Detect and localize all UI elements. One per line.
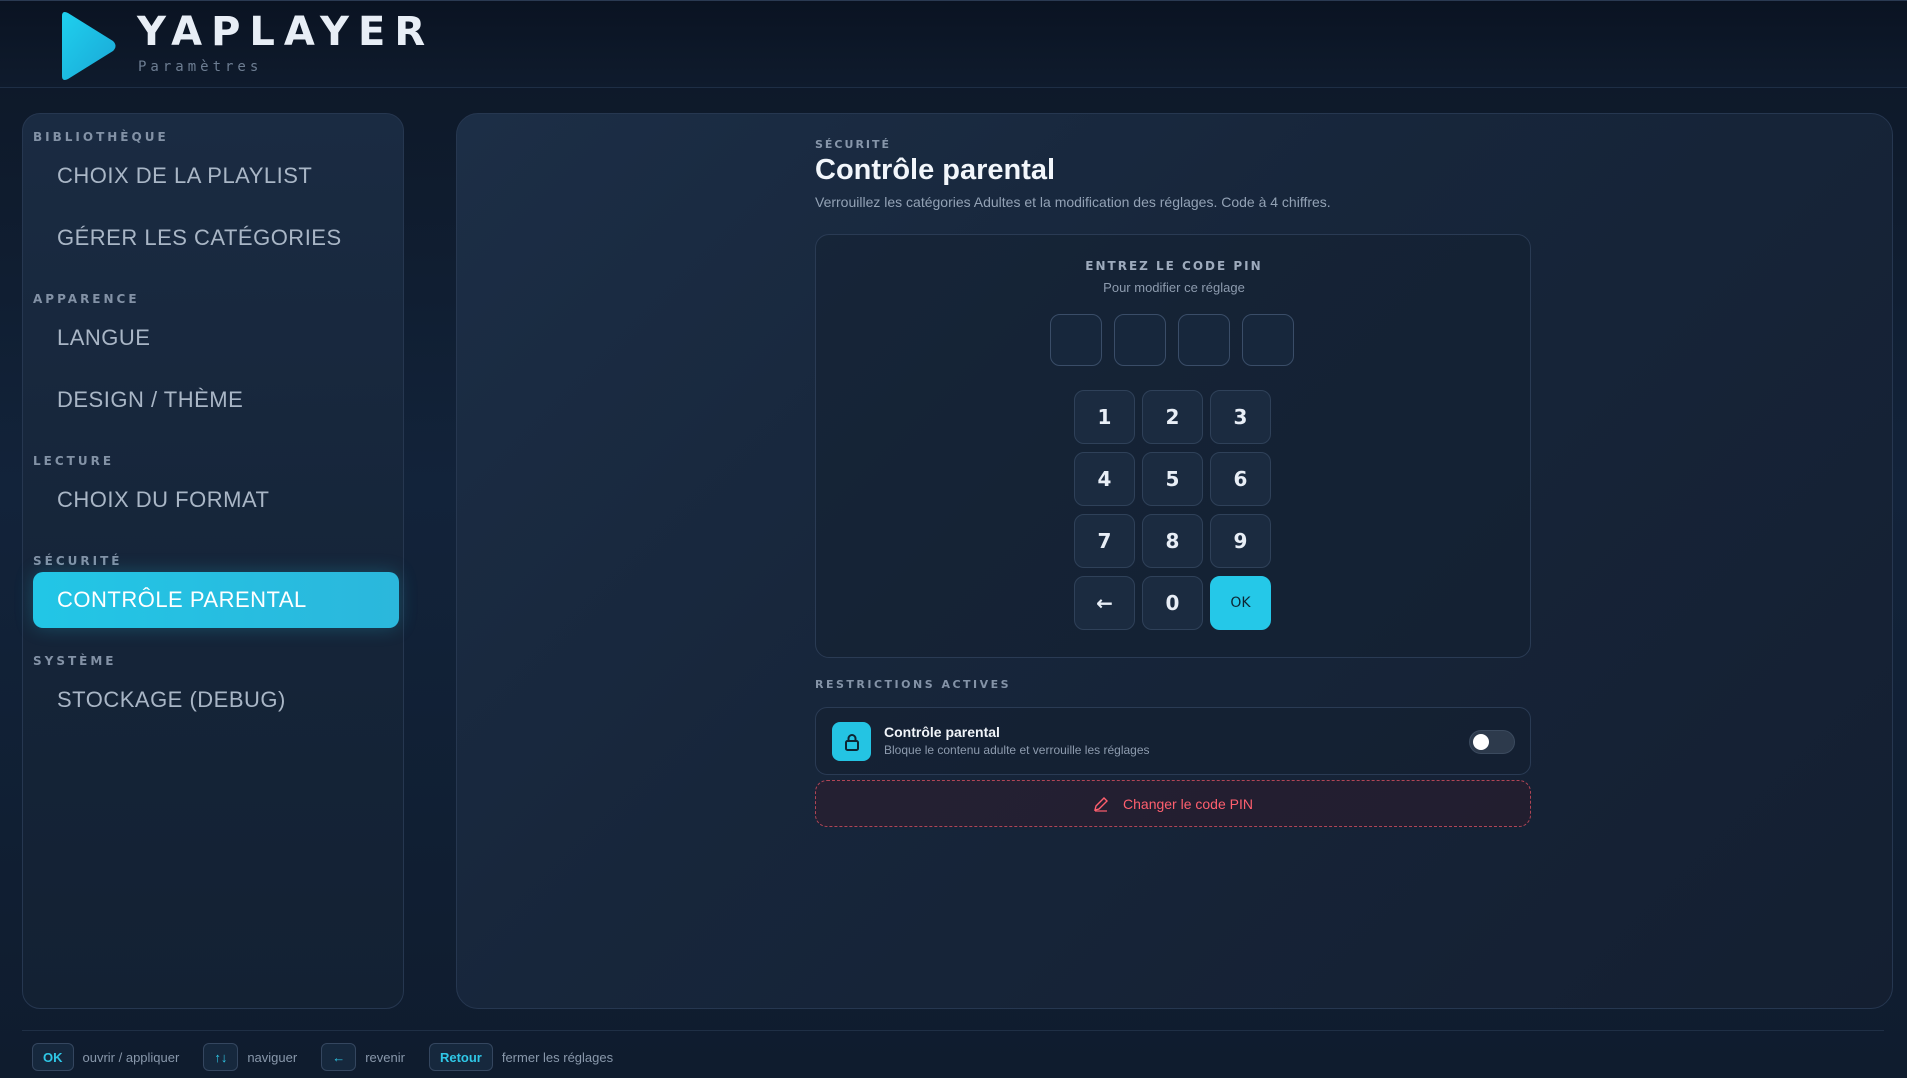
keypad-key-2[interactable]: 2	[1142, 390, 1203, 444]
hint-text: ouvrir / appliquer	[82, 1049, 180, 1065]
settings-main-panel: SÉCURITÉ Contrôle parental Verrouillez l…	[456, 113, 1893, 1009]
pin-sublabel: Pour modifier ce réglage	[1103, 280, 1245, 295]
app-header: YAPLAYER Paramètres	[0, 0, 1907, 88]
hint-key-back: ←	[321, 1043, 357, 1071]
hint-key-ok: OK	[32, 1043, 74, 1071]
sidebar-section-label: LECTURE	[33, 454, 115, 468]
pencil-icon	[1094, 796, 1109, 812]
keypad-key-1[interactable]: 1	[1074, 390, 1135, 444]
keypad-key-4[interactable]: 4	[1074, 452, 1135, 506]
sidebar-item-categories[interactable]: GÉRER LES CATÉGORIES	[33, 210, 399, 266]
sidebar-item-parental-control[interactable]: CONTRÔLE PARENTAL	[33, 572, 399, 628]
keypad-key-9[interactable]: 9	[1210, 514, 1271, 568]
change-pin-label: Changer le code PIN	[1123, 795, 1253, 812]
pin-digit-slot	[1178, 314, 1230, 366]
hint-key-arrows: ↑↓	[203, 1043, 239, 1071]
brand-title: YAPLAYER	[137, 9, 435, 55]
hint-text: naviguer	[247, 1049, 298, 1065]
key-hints-footer: OK ouvrir / appliquer ↑↓ naviguer ← reve…	[32, 1042, 637, 1072]
keypad-key-0[interactable]: 0	[1142, 576, 1203, 630]
sidebar-section-label: APPARENCE	[33, 292, 140, 306]
sidebar-section-label: SÉCURITÉ	[33, 554, 123, 568]
page-title: Contrôle parental	[815, 154, 1056, 186]
pin-digit-slot	[1114, 314, 1166, 366]
hint-key-return: Retour	[428, 1043, 493, 1071]
keypad-ok-key[interactable]: OK	[1210, 576, 1271, 630]
sidebar-item-theme[interactable]: DESIGN / THÈME	[33, 372, 399, 428]
footer-divider	[22, 1030, 1884, 1031]
sidebar-item-format[interactable]: CHOIX DU FORMAT	[33, 472, 399, 528]
keypad-key-5[interactable]: 5	[1142, 452, 1203, 506]
sidebar-section-label: BIBLIOTHÈQUE	[33, 130, 169, 144]
brand-subtitle: Paramètres	[138, 59, 263, 75]
keypad-key-8[interactable]: 8	[1142, 514, 1203, 568]
pin-label: ENTREZ LE CODE PIN	[1085, 259, 1263, 273]
keypad-key-6[interactable]: 6	[1210, 452, 1271, 506]
lock-icon	[832, 722, 871, 761]
keypad-backspace-key[interactable]: ←	[1074, 576, 1135, 630]
pin-digit-slot	[1242, 314, 1294, 366]
play-triangle-icon	[62, 12, 116, 80]
pin-digit-slot	[1050, 314, 1102, 366]
hint-text: fermer les réglages	[501, 1049, 614, 1065]
hint-text: revenir	[365, 1049, 405, 1065]
page-description: Verrouillez les catégories Adultes et la…	[815, 194, 1331, 210]
toggle-knob	[1473, 734, 1489, 750]
settings-sidebar: BIBLIOTHÈQUE CHOIX DE LA PLAYLIST GÉRER …	[22, 113, 404, 1009]
keypad-key-3[interactable]: 3	[1210, 390, 1271, 444]
sidebar-item-storage[interactable]: STOCKAGE (DEBUG)	[33, 672, 399, 728]
section-eyebrow: SÉCURITÉ	[815, 138, 892, 151]
change-pin-button[interactable]: Changer le code PIN	[815, 780, 1531, 827]
keypad-key-7[interactable]: 7	[1074, 514, 1135, 568]
restriction-row-parental[interactable]: Contrôle parental Bloque le contenu adul…	[815, 707, 1531, 775]
restrictions-label: RESTRICTIONS ACTIVES	[815, 678, 1012, 691]
sidebar-item-language[interactable]: LANGUE	[33, 310, 399, 366]
sidebar-item-playlist[interactable]: CHOIX DE LA PLAYLIST	[33, 148, 399, 204]
pin-entry-card: ENTREZ LE CODE PIN Pour modifier ce régl…	[815, 234, 1531, 658]
restriction-description: Bloque le contenu adulte et verrouille l…	[884, 743, 1150, 757]
sidebar-section-label: SYSTÈME	[33, 654, 117, 668]
parental-control-toggle[interactable]	[1469, 730, 1515, 754]
restriction-title: Contrôle parental	[884, 724, 1000, 740]
